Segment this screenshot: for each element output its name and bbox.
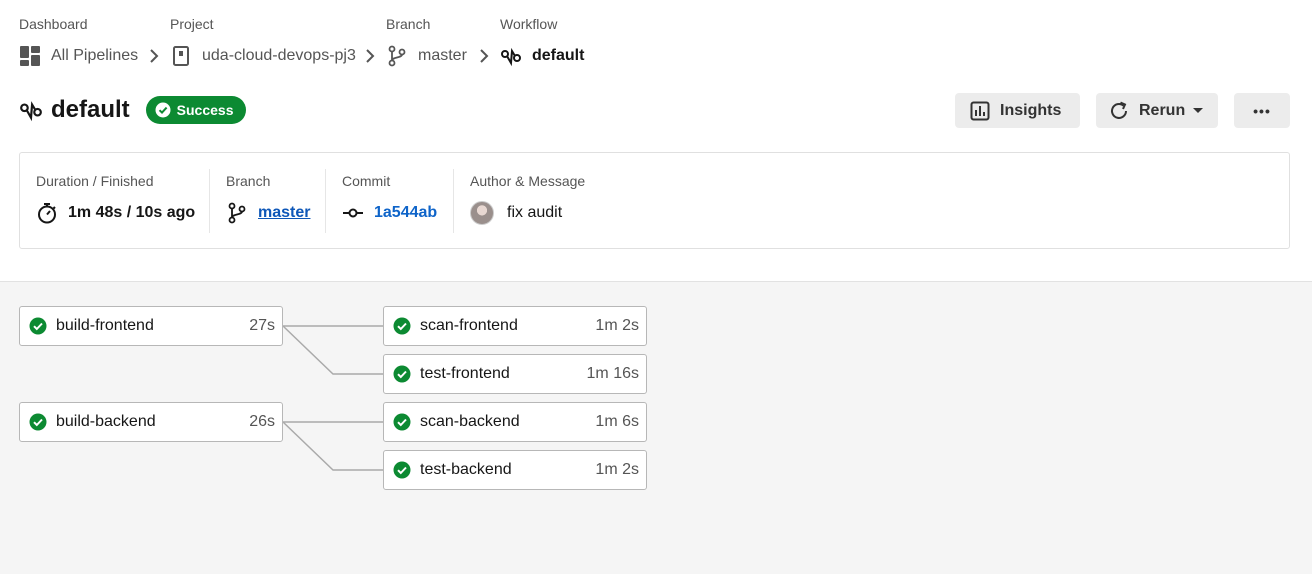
chevron-right-icon	[150, 49, 159, 63]
commit-icon	[342, 202, 364, 224]
job-build-backend[interactable]: build-backend 26s	[19, 402, 283, 442]
job-name: build-frontend	[56, 317, 154, 334]
branch-value-row: master	[226, 202, 310, 224]
breadcrumb-project[interactable]: uda-cloud-devops-pj3	[170, 42, 356, 70]
job-test-backend[interactable]: test-backend 1m 2s	[383, 450, 647, 490]
breadcrumb-branch-label: master	[418, 47, 467, 64]
more-options-button[interactable]: •••	[1234, 93, 1290, 128]
rerun-button[interactable]: Rerun	[1096, 93, 1218, 128]
breadcrumb-label-workflow: Workflow	[500, 16, 558, 32]
workflow-icon	[19, 98, 43, 122]
divider	[453, 169, 454, 233]
commit-message: fix audit	[507, 204, 563, 221]
rerun-button-label: Rerun	[1139, 101, 1186, 119]
job-duration: 1m 16s	[586, 365, 639, 382]
stopwatch-icon	[36, 202, 58, 224]
job-duration: 1m 2s	[595, 317, 639, 334]
chevron-right-icon	[480, 49, 489, 63]
insights-chart-icon	[969, 100, 991, 122]
success-check-icon	[29, 317, 47, 335]
branch-label: Branch	[226, 173, 271, 189]
branch-link[interactable]: master	[258, 204, 310, 222]
insights-button[interactable]: Insights	[955, 93, 1080, 128]
check-circle-icon	[155, 102, 171, 118]
success-check-icon	[393, 365, 411, 383]
chevron-right-icon	[366, 49, 375, 63]
job-build-frontend[interactable]: build-frontend 27s	[19, 306, 283, 346]
branch-icon	[386, 45, 408, 67]
author-value-row: fix audit	[470, 201, 563, 225]
breadcrumb-project-label: uda-cloud-devops-pj3	[202, 47, 356, 64]
job-duration: 1m 6s	[595, 413, 639, 430]
header-section: Dashboard Project Branch Workflow All Pi…	[0, 0, 1312, 282]
success-check-icon	[29, 413, 47, 431]
breadcrumb-all-pipelines[interactable]: All Pipelines	[19, 42, 138, 70]
dashboard-grid-icon	[19, 45, 41, 67]
workflow-info-card: Duration / Finished 1m 48s / 10s ago Bra…	[19, 152, 1290, 249]
branch-icon	[226, 202, 248, 224]
breadcrumb-label-project: Project	[170, 16, 214, 32]
commit-label: Commit	[342, 173, 391, 189]
repository-icon	[170, 45, 192, 67]
caret-down-icon	[1193, 108, 1204, 113]
refresh-icon	[1108, 100, 1130, 122]
job-test-frontend[interactable]: test-frontend 1m 16s	[383, 354, 647, 394]
job-name: scan-backend	[420, 413, 520, 430]
job-name: scan-frontend	[420, 317, 518, 334]
success-check-icon	[393, 461, 411, 479]
breadcrumb-all-pipelines-label: All Pipelines	[51, 47, 139, 64]
job-scan-frontend[interactable]: scan-frontend 1m 2s	[383, 306, 647, 346]
job-name: test-backend	[420, 461, 512, 478]
author-label: Author & Message	[470, 173, 586, 189]
breadcrumb-workflow[interactable]: default	[500, 42, 584, 70]
job-name: test-frontend	[420, 365, 510, 382]
divider	[209, 169, 210, 233]
insights-button-label: Insights	[1000, 101, 1062, 119]
page-title: default	[51, 96, 130, 123]
breadcrumb-label-branch: Branch	[386, 16, 431, 32]
duration-label: Duration / Finished	[36, 173, 154, 189]
success-check-icon	[393, 317, 411, 335]
status-badge-label: Success	[176, 102, 234, 118]
success-check-icon	[393, 413, 411, 431]
commit-sha-link[interactable]: 1a544ab	[374, 204, 437, 222]
status-badge: Success	[145, 96, 246, 124]
job-duration: 26s	[249, 413, 275, 430]
breadcrumb-workflow-label: default	[532, 47, 585, 64]
job-scan-backend[interactable]: scan-backend 1m 6s	[383, 402, 647, 442]
job-name: build-backend	[56, 413, 156, 430]
divider	[325, 169, 326, 233]
job-duration: 27s	[249, 317, 275, 334]
job-duration: 1m 2s	[595, 461, 639, 478]
commit-value-row: 1a544ab	[342, 202, 437, 224]
more-options-icon: •••	[1253, 102, 1271, 119]
duration-value-row: 1m 48s / 10s ago	[36, 202, 195, 224]
workflow-icon	[500, 45, 522, 67]
breadcrumb-branch[interactable]: master	[386, 42, 467, 70]
workflow-graph: build-frontend 27s scan-frontend 1m 2s t…	[0, 282, 1312, 574]
workflow-title-row: default Success	[19, 94, 246, 126]
duration-value: 1m 48s / 10s ago	[68, 204, 196, 221]
avatar[interactable]	[470, 201, 494, 225]
breadcrumb-label-dashboard: Dashboard	[19, 16, 88, 32]
